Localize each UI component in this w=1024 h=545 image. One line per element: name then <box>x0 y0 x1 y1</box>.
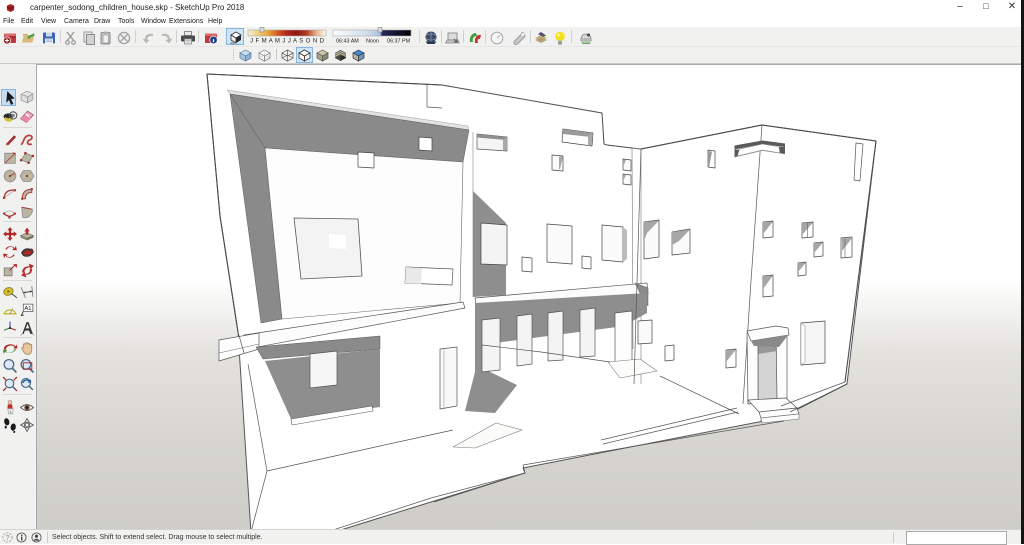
svg-text:J F M A M J J A S O N D: J F M A M J J A S O N D <box>250 39 325 45</box>
svg-text:?: ? <box>6 535 10 542</box>
svg-text:06:37 PM: 06:37 PM <box>387 39 411 45</box>
svg-text:A1: A1 <box>24 306 31 312</box>
svg-text:06:43 AM: 06:43 AM <box>336 39 359 45</box>
svg-text:Noon: Noon <box>366 39 379 45</box>
